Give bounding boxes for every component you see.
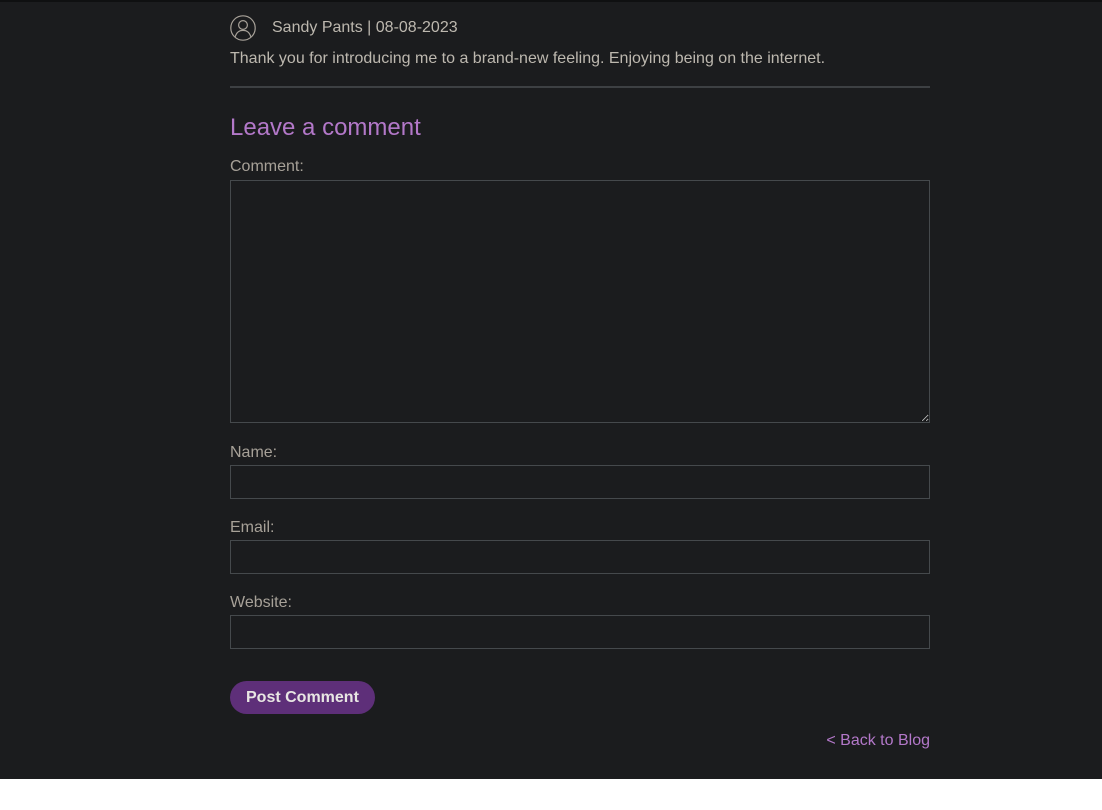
website-label: Website: <box>230 594 292 611</box>
comment-header: Sandy Pants | 08-08-2023 <box>230 14 458 42</box>
form-title: Leave a comment <box>230 114 421 141</box>
comment-textarea[interactable] <box>230 180 930 423</box>
user-circle-icon <box>230 15 256 41</box>
divider <box>230 86 930 88</box>
website-input[interactable] <box>230 615 930 649</box>
comment-label: Comment: <box>230 158 304 175</box>
comment-author-date: Sandy Pants | 08-08-2023 <box>272 19 458 36</box>
back-to-blog-link[interactable]: < Back to Blog <box>826 731 930 751</box>
name-input[interactable] <box>230 465 930 499</box>
email-input[interactable] <box>230 540 930 574</box>
name-label: Name: <box>230 444 278 461</box>
comment-text: Thank you for introducing me to a brand-… <box>230 50 826 67</box>
page-background: Sandy Pants | 08-08-2023 Thank you for i… <box>0 0 1102 779</box>
email-label: Email: <box>230 519 275 536</box>
post-comment-button[interactable]: Post Comment <box>230 681 375 714</box>
